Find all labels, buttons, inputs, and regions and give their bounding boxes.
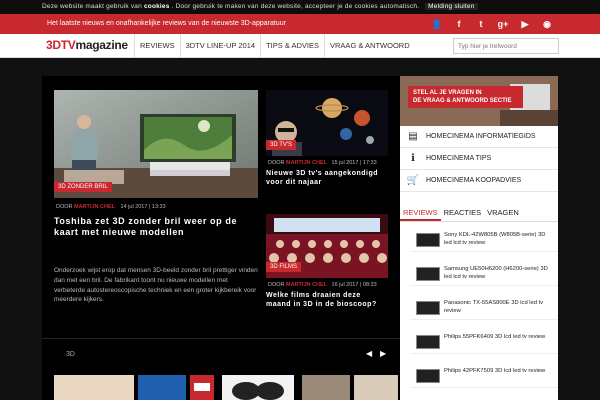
rss-icon[interactable]: ◉ bbox=[536, 14, 558, 34]
search-input[interactable] bbox=[453, 38, 559, 54]
review-thumbnail bbox=[416, 369, 440, 383]
feature-bottom-right-image[interactable]: 3D FILMS bbox=[266, 214, 388, 278]
facebook-icon[interactable]: f bbox=[448, 14, 470, 34]
meta-date: 14 jul 2017 | 13:33 bbox=[120, 204, 166, 210]
site-tagline: Het laatste nieuws en onafhankelijke rev… bbox=[47, 20, 286, 27]
review-title: Sony KDL-42W805B (W805B-serie) 3D led lc… bbox=[444, 232, 546, 246]
right-gutter bbox=[558, 76, 600, 400]
cookie-text: Deze website maakt gebruik van bbox=[42, 3, 142, 10]
nav-item-faq[interactable]: VRAAG & ANTWOORD bbox=[324, 34, 415, 58]
feature-bottom-right-meta: DOOR MARTIJN CHEL 16 jul 2017 | 08:33 bbox=[268, 282, 377, 288]
sidebar: STEL AL JE VRAGEN IN DE VRAAG & ANTWOORD… bbox=[400, 76, 558, 400]
slider-label: 3D bbox=[66, 351, 75, 358]
book-icon: ▤ bbox=[408, 131, 418, 142]
slider-thumb-4[interactable] bbox=[222, 375, 294, 400]
review-list-item[interactable]: Panasonic TX-55AS800E 3D lcd led tv revi… bbox=[410, 298, 558, 320]
cookie-bar: Deze website maakt gebruik van cookies .… bbox=[0, 0, 600, 14]
tab-questions[interactable]: VRAGEN bbox=[484, 204, 522, 221]
meta-date: 15 jul 2017 | 17:33 bbox=[331, 160, 377, 166]
site-logo[interactable]: 3DTVmagazine bbox=[46, 38, 128, 52]
3d-glasses-icon bbox=[232, 382, 284, 400]
meta-date: 16 jul 2017 | 08:33 bbox=[331, 282, 377, 288]
promo-line-1: STEL AL JE VRAGEN IN bbox=[413, 90, 482, 96]
sidebar-link-label: HOMECINEMA KOOPADVIES bbox=[426, 177, 522, 184]
cookie-close-button[interactable]: Melding sluiten bbox=[425, 3, 478, 10]
review-list-item[interactable]: Sony KDL-42W805B (W805B-serie) 3D led lc… bbox=[410, 230, 558, 252]
review-thumbnail bbox=[416, 335, 440, 349]
tab-reviews[interactable]: REVIEWS bbox=[400, 204, 441, 221]
slider-thumb-5[interactable] bbox=[302, 375, 350, 400]
meta-prefix: DOOR bbox=[56, 204, 75, 210]
promo-text: STEL AL JE VRAGEN IN DE VRAAG & ANTWOORD… bbox=[408, 86, 523, 109]
qa-promo-banner[interactable]: STEL AL JE VRAGEN IN DE VRAAG & ANTWOORD… bbox=[400, 76, 558, 126]
sidebar-link-infoguide[interactable]: ▤ HOMECINEMA INFORMATIEGIDS bbox=[400, 126, 558, 148]
featured-area: 3D ZONDER BRIL DOOR MARTIJN CHEL 14 jul … bbox=[42, 76, 400, 400]
meta-prefix: DOOR bbox=[268, 160, 287, 166]
feature-top-right-headline[interactable]: Nieuwe 3D tv's aangekondigd voor dit naj… bbox=[266, 170, 388, 188]
sidebar-link-label: HOMECINEMA INFORMATIEGIDS bbox=[426, 133, 536, 140]
review-thumbnail bbox=[416, 301, 440, 315]
main-feature-meta: DOOR MARTIJN CHEL 14 jul 2017 | 13:33 bbox=[56, 204, 166, 210]
feature-top-right-image[interactable]: 3D TV'S bbox=[266, 90, 388, 156]
main-nav: 3DTVmagazine REVIEWS 3DTV LINE-UP 2014 T… bbox=[0, 34, 600, 58]
feature-top-right[interactable]: 3D TV'S DOOR MARTIJN CHEL 15 jul 2017 | … bbox=[266, 90, 388, 202]
googleplus-icon[interactable]: g+ bbox=[492, 14, 514, 34]
slider-bar: 3D ◀ ▶ bbox=[42, 338, 400, 400]
main-feature-headline[interactable]: Toshiba zet 3D zonder bril weer op de ka… bbox=[54, 216, 258, 239]
feature-top-right-category[interactable]: 3D TV'S bbox=[266, 140, 297, 150]
review-thumbnail bbox=[416, 233, 440, 247]
review-title: Philips 42PFK7509 3D lcd led tv review bbox=[444, 368, 546, 374]
review-list-item[interactable]: Philips 42PFK7509 3D lcd led tv review bbox=[410, 366, 558, 388]
review-title: Panasonic TX-55AS800E 3D lcd led tv revi… bbox=[444, 300, 544, 314]
author-link[interactable]: MARTIJN CHEL bbox=[74, 204, 115, 210]
tab-comments[interactable]: REACTIES bbox=[441, 204, 485, 221]
nav-item-lineup[interactable]: 3DTV LINE-UP 2014 bbox=[179, 34, 260, 58]
feature-bottom-right-category[interactable]: 3D FILMS bbox=[266, 262, 302, 272]
nav-menu: REVIEWS 3DTV LINE-UP 2014 TIPS & ADVIES … bbox=[134, 34, 415, 58]
author-link[interactable]: MARTIJN CHEL bbox=[286, 282, 327, 288]
cookie-link[interactable]: cookies bbox=[144, 3, 170, 10]
youtube-icon[interactable]: ▶ bbox=[514, 14, 536, 34]
3dtv-logo-icon bbox=[190, 375, 214, 400]
review-thumbnail bbox=[416, 267, 440, 281]
sidebar-link-buying[interactable]: 🛒 HOMECINEMA KOOPADVIES bbox=[400, 170, 558, 192]
slider-prev-button[interactable]: ◀ bbox=[366, 349, 372, 358]
slider-thumb-1[interactable] bbox=[54, 375, 134, 400]
main-feature[interactable]: 3D ZONDER BRIL DOOR MARTIJN CHEL 14 jul … bbox=[54, 90, 258, 330]
info-icon: ℹ bbox=[411, 153, 415, 164]
slider-next-button[interactable]: ▶ bbox=[380, 349, 386, 358]
review-title: Samsung UE50H6200 (H6200-serie) 3D led l… bbox=[444, 266, 548, 280]
promo-line-2: DE VRAAG & ANTWOORD SECTIE bbox=[413, 98, 512, 105]
twitter-icon[interactable]: t bbox=[470, 14, 492, 34]
page: Deze website maakt gebruik van cookies .… bbox=[0, 0, 600, 400]
feature-top-right-meta: DOOR MARTIJN CHEL 15 jul 2017 | 17:33 bbox=[268, 160, 377, 166]
top-bar: Het laatste nieuws en onafhankelijke rev… bbox=[0, 14, 600, 34]
meta-prefix: DOOR bbox=[268, 282, 287, 288]
slider-thumb-3[interactable] bbox=[190, 375, 214, 400]
review-title: Philips 55PFK6409 3D lcd led tv review bbox=[444, 334, 546, 340]
sidebar-link-label: HOMECINEMA TIPS bbox=[426, 155, 492, 162]
feature-bottom-right[interactable]: 3D FILMS DOOR MARTIJN CHEL 16 jul 2017 |… bbox=[266, 214, 388, 326]
social-links: 👤 f t g+ ▶ ◉ bbox=[426, 14, 558, 34]
cookie-text-2: . Door gebruik te maken van deze website… bbox=[171, 3, 420, 10]
main-feature-excerpt: Onderzoek wijst erop dat mensen 3D-beeld… bbox=[54, 267, 258, 304]
nav-item-tips[interactable]: TIPS & ADVIES bbox=[260, 34, 324, 58]
main-feature-image[interactable]: 3D ZONDER BRIL bbox=[54, 90, 258, 198]
logo-prefix: 3DTV bbox=[46, 38, 76, 52]
user-icon[interactable]: 👤 bbox=[426, 14, 448, 34]
cart-icon: 🛒 bbox=[406, 175, 420, 186]
author-link[interactable]: MARTIJN CHEL bbox=[286, 160, 327, 166]
feature-bottom-right-headline[interactable]: Welke films draaien deze maand in 3D in … bbox=[266, 292, 388, 310]
slider-thumb-2[interactable] bbox=[138, 375, 186, 400]
nav-item-reviews[interactable]: REVIEWS bbox=[134, 34, 180, 58]
main-feature-category[interactable]: 3D ZONDER BRIL bbox=[54, 182, 112, 192]
logo-suffix: magazine bbox=[75, 38, 128, 52]
sidebar-link-tips[interactable]: ℹ HOMECINEMA TIPS bbox=[400, 148, 558, 170]
review-list-item[interactable]: Samsung UE50H6200 (H6200-serie) 3D led l… bbox=[410, 264, 558, 286]
sidebar-tabs: REVIEWS REACTIES VRAGEN bbox=[400, 204, 558, 222]
review-list-item[interactable]: Philips 55PFK6409 3D lcd led tv review bbox=[410, 332, 558, 354]
slider-thumb-6[interactable] bbox=[354, 375, 398, 400]
